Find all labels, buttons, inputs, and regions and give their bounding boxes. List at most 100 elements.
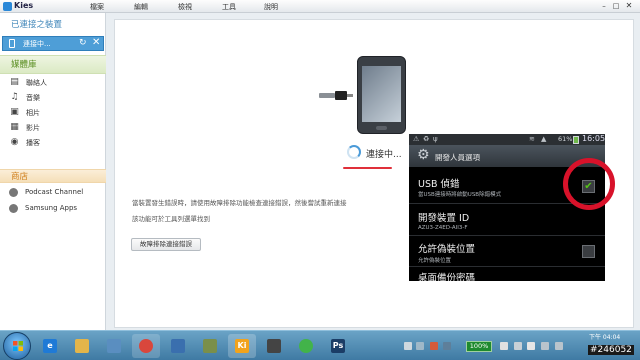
menu-edit[interactable]: 編輯: [134, 2, 148, 12]
tray-icon[interactable]: [514, 342, 522, 350]
sidebar-item-contacts[interactable]: ▤ 聯絡人: [0, 75, 106, 90]
music-icon: ♫: [10, 92, 19, 102]
tray-icon[interactable]: [404, 342, 412, 350]
kies-logo-icon: [3, 2, 12, 11]
taskbar: e Ki Ps 100%: [0, 330, 640, 360]
sidebar-item-label: 相片: [26, 109, 40, 117]
sidebar-item-label: 音樂: [26, 94, 40, 102]
taskbar-line[interactable]: [292, 334, 320, 358]
taskbar-kies[interactable]: Ki: [228, 334, 256, 358]
error-help-text: 當裝置發生錯誤時，請使用故障排除功能檢查連接錯誤，然後嘗試重新連接: [132, 199, 347, 207]
sidebar-item-label: 影片: [26, 124, 40, 132]
tray-icon[interactable]: [416, 342, 424, 350]
sidebar-item-music[interactable]: ♫ 音樂: [0, 90, 106, 105]
android-status-bar: ⚠ ♻ ψ ≋ ▲ 61% 16:05: [409, 134, 605, 145]
device-label: 連接中...: [23, 40, 51, 48]
title-bar: Kies 檔案 編輯 檢視 工具 說明 – □ ✕: [0, 0, 640, 13]
media-icon: [107, 339, 121, 353]
app-icon: [203, 339, 217, 353]
sidebar-item-photos[interactable]: ▣ 相片: [0, 105, 106, 120]
tray-icon[interactable]: [443, 342, 451, 350]
sidebar-item-podcasts[interactable]: ◉ 播客: [0, 135, 106, 150]
connecting-status: 連接中...: [366, 150, 402, 160]
start-button[interactable]: [3, 332, 31, 360]
taskbar-app-5[interactable]: [164, 334, 192, 358]
mock-location-checkbox[interactable]: [582, 245, 595, 258]
phone-home-button: [376, 126, 387, 130]
flag-icon[interactable]: [527, 342, 535, 350]
kies-icon: Ki: [235, 339, 249, 353]
battery-icon: [573, 136, 579, 144]
error-help-text: 該功能可於工具列選單找到: [132, 215, 210, 223]
taskbar-explorer[interactable]: [68, 334, 96, 358]
gear-icon: ⚙: [417, 147, 430, 163]
phone-illustration: [357, 56, 406, 134]
sidebar-item-device[interactable]: 連接中... ↻ ✕: [2, 36, 104, 51]
taskbar-app-3[interactable]: [100, 334, 128, 358]
troubleshoot-button[interactable]: 故障排除連接錯誤: [131, 238, 201, 251]
taskbar-ie[interactable]: e: [36, 334, 64, 358]
sidebar-item-videos[interactable]: ▦ 影片: [0, 120, 106, 135]
line-icon: [299, 339, 313, 353]
ie-icon: e: [43, 339, 57, 353]
app-icon: [267, 339, 281, 353]
app-name: Kies: [14, 1, 34, 10]
menu-file[interactable]: 檔案: [90, 2, 104, 12]
phone-icon: [9, 39, 15, 48]
android-clock: 16:05: [582, 134, 605, 143]
taskbar-chrome[interactable]: [132, 334, 160, 358]
mock-location-row[interactable]: 允許偽裝位置 允許偽裝位置: [409, 237, 605, 267]
minimize-icon[interactable]: –: [600, 2, 608, 10]
sidebar: 已連接之裝置 連接中... ↻ ✕ 媒體庫 ▤ 聯絡人 ♫ 音樂 ▣ 相片 ▦ …: [0, 13, 106, 330]
podcast-channel-icon: [9, 188, 18, 197]
usb-icon: ψ: [433, 135, 438, 143]
chrome-icon: [139, 339, 153, 353]
android-header-title: 開發人員選項: [435, 153, 480, 162]
red-underline-annotation: [343, 167, 392, 169]
device-id-row[interactable]: 開發裝置 ID AZU3-Z4ED-AII3-F: [409, 205, 605, 236]
network-icon[interactable]: [541, 342, 549, 350]
connected-devices-header: 已連接之裝置: [11, 20, 63, 30]
disconnect-icon[interactable]: ✕: [92, 37, 100, 48]
volume-icon[interactable]: [555, 342, 563, 350]
tray-icon[interactable]: [500, 342, 508, 350]
usb-connector-icon: [347, 94, 353, 97]
tray-icon[interactable]: [430, 342, 438, 350]
row-subtitle: 當USB連接時將啟動USB除錯模式: [418, 192, 502, 198]
menu-help[interactable]: 說明: [264, 2, 278, 12]
row-subtitle: AZU3-Z4ED-AII3-F: [418, 225, 468, 231]
taskbar-clock[interactable]: 下午 04:04: [589, 332, 620, 341]
sidebar-item-samsung-apps[interactable]: Samsung Apps: [0, 201, 106, 216]
zoom-indicator[interactable]: 100%: [466, 341, 492, 352]
samsung-apps-icon: [9, 204, 18, 213]
row-title: 桌面備份密碼: [418, 273, 476, 281]
row-title: USB 偵錯: [418, 179, 460, 190]
row-title: 允許偽裝位置: [418, 244, 476, 255]
photoshop-icon: Ps: [331, 339, 345, 353]
backup-password-row[interactable]: 桌面備份密碼: [409, 268, 605, 281]
maximize-icon[interactable]: □: [612, 2, 620, 10]
row-title: 開發裝置 ID: [418, 213, 470, 224]
videos-icon: ▦: [10, 122, 19, 132]
warning-icon: ⚠: [413, 135, 420, 143]
sidebar-item-podcast-channel[interactable]: Podcast Channel: [0, 185, 106, 200]
red-circle-annotation: [563, 158, 615, 210]
recycle-icon: ♻: [423, 135, 430, 143]
wifi-icon: ≋: [529, 135, 535, 143]
phone-screen: [362, 66, 401, 122]
folder-icon: [75, 339, 89, 353]
sync-icon[interactable]: ↻: [79, 38, 87, 48]
windows-logo-icon: [13, 341, 23, 351]
taskbar-app-6[interactable]: [196, 334, 224, 358]
app-icon: [171, 339, 185, 353]
usb-plug-icon: [335, 91, 347, 100]
contacts-icon: ▤: [10, 77, 19, 87]
android-screenshot: ⚠ ♻ ψ ≋ ▲ 61% 16:05 ⚙ 開發人員選項 USB 偵錯 當USB…: [409, 134, 605, 281]
close-icon[interactable]: ✕: [624, 2, 634, 10]
menu-view[interactable]: 檢視: [178, 2, 192, 12]
photos-icon: ▣: [10, 107, 19, 117]
menu-tools[interactable]: 工具: [222, 2, 236, 12]
sidebar-item-label: Samsung Apps: [25, 204, 78, 212]
taskbar-photoshop[interactable]: Ps: [324, 334, 352, 358]
taskbar-app-8[interactable]: [260, 334, 288, 358]
